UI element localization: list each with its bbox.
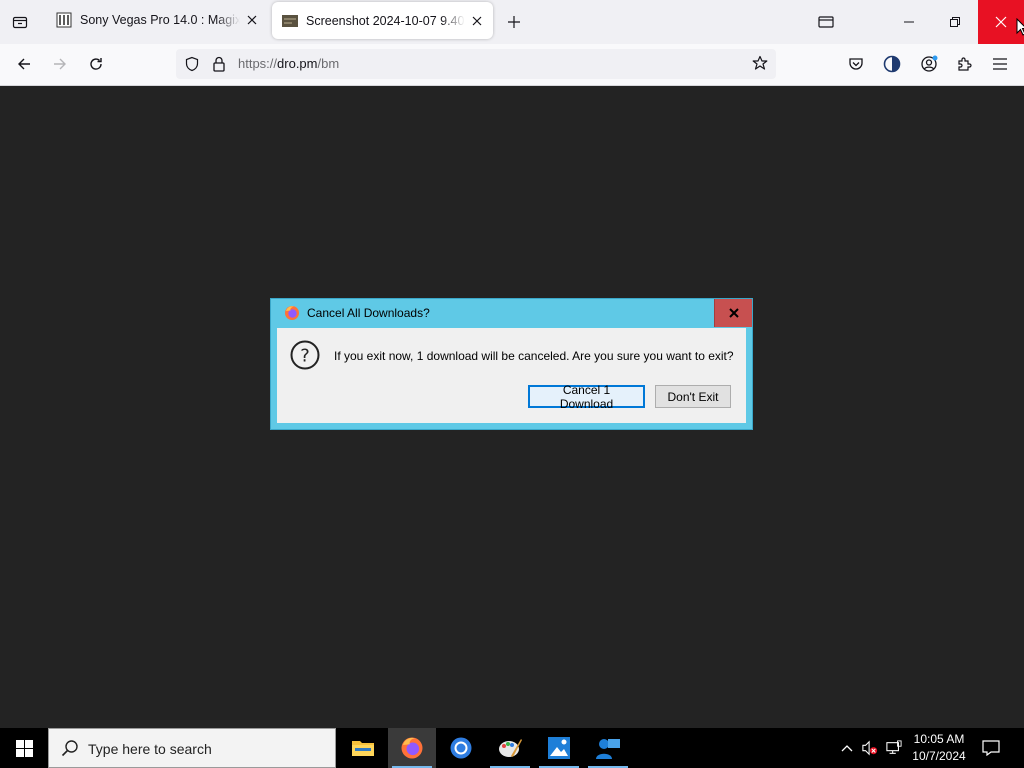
search-placeholder: Type here to search	[88, 741, 212, 757]
navigation-toolbar: https://dro.pm/bm	[0, 44, 1024, 86]
dialog-close-button[interactable]	[714, 299, 752, 327]
dialog-message: If you exit now, 1 download will be canc…	[334, 349, 734, 363]
tracking-protection-shield-icon[interactable]	[184, 56, 200, 75]
remote-support-icon[interactable]	[584, 728, 632, 768]
new-tab-icon[interactable]	[503, 11, 525, 33]
url-text[interactable]: https://dro.pm/bm	[238, 56, 339, 71]
restore-icon[interactable]	[932, 0, 978, 44]
tab-title: Sony Vegas Pro 14.0 : Magix Studio	[80, 13, 240, 27]
dialog-title: Cancel All Downloads?	[307, 306, 430, 320]
extensions-puzzle-icon[interactable]	[950, 50, 978, 78]
tab-title: Screenshot 2024-10-07 9.40.44 AM	[306, 13, 465, 28]
url-path: /bm	[317, 56, 340, 71]
network-icon[interactable]	[886, 740, 902, 756]
tab-bar: Sony Vegas Pro 14.0 : Magix Studio Scree…	[0, 0, 1024, 44]
notification-center-icon[interactable]	[980, 738, 1002, 758]
tab-sony-vegas[interactable]: Sony Vegas Pro 14.0 : Magix Studio	[46, 1, 268, 39]
tab-screenshot[interactable]: Screenshot 2024-10-07 9.40.44 AM	[272, 2, 493, 39]
taskbar: Type here to search 10:05 AM 10/7/2024	[0, 728, 1024, 768]
extension-contrast-icon[interactable]	[878, 50, 906, 78]
search-icon	[61, 739, 79, 760]
firefox-icon	[284, 305, 300, 321]
windows-start-icon[interactable]	[0, 728, 48, 768]
url-scheme: https://	[238, 56, 278, 71]
address-bar[interactable]: https://dro.pm/bm	[176, 49, 776, 79]
dialog-body: ? If you exit now, 1 download will be ca…	[277, 328, 746, 423]
lock-icon[interactable]	[212, 55, 226, 76]
svg-text:?: ?	[300, 346, 310, 367]
cancel-download-button[interactable]: Cancel 1 Download	[528, 383, 645, 411]
close-icon	[728, 308, 739, 318]
reload-icon[interactable]	[82, 50, 110, 78]
forward-arrow-icon[interactable]	[46, 50, 74, 78]
chevron-up-icon[interactable]	[839, 740, 855, 756]
firefox-icon[interactable]	[388, 728, 436, 768]
account-icon[interactable]	[915, 50, 943, 78]
dialog-titlebar[interactable]: Cancel All Downloads?	[271, 299, 752, 327]
photos-icon[interactable]	[535, 728, 583, 768]
volume-muted-icon[interactable]	[862, 740, 878, 756]
cancel-downloads-dialog: Cancel All Downloads? ? If you exit now,…	[270, 298, 753, 430]
back-arrow-icon[interactable]	[10, 50, 38, 78]
taskbar-search-box[interactable]: Type here to search	[48, 728, 336, 768]
pocket-icon[interactable]	[842, 50, 870, 78]
close-tab-icon[interactable]	[244, 12, 260, 28]
clock-time: 10:05 AM	[913, 732, 965, 746]
url-host: dro.pm	[277, 56, 318, 71]
bookmark-star-icon[interactable]	[752, 55, 768, 74]
clock-date: 10/7/2024	[912, 749, 966, 763]
site-favicon-icon	[56, 12, 72, 28]
image-thumbnail-icon	[282, 13, 298, 29]
menu-hamburger-icon[interactable]	[986, 50, 1014, 78]
system-clock[interactable]: 10:05 AM 10/7/2024	[904, 731, 974, 765]
file-explorer-icon[interactable]	[339, 728, 387, 768]
tab-groups-icon[interactable]	[803, 0, 849, 44]
minimize-icon[interactable]	[886, 0, 932, 44]
close-tab-icon[interactable]	[469, 13, 485, 29]
dont-exit-button[interactable]: Don't Exit	[655, 385, 731, 408]
question-icon: ?	[290, 340, 320, 370]
tab-list-icon[interactable]	[8, 10, 32, 34]
mouse-cursor-icon	[1016, 17, 1024, 38]
paint-icon[interactable]	[486, 728, 534, 768]
chrome-icon[interactable]	[437, 728, 485, 768]
